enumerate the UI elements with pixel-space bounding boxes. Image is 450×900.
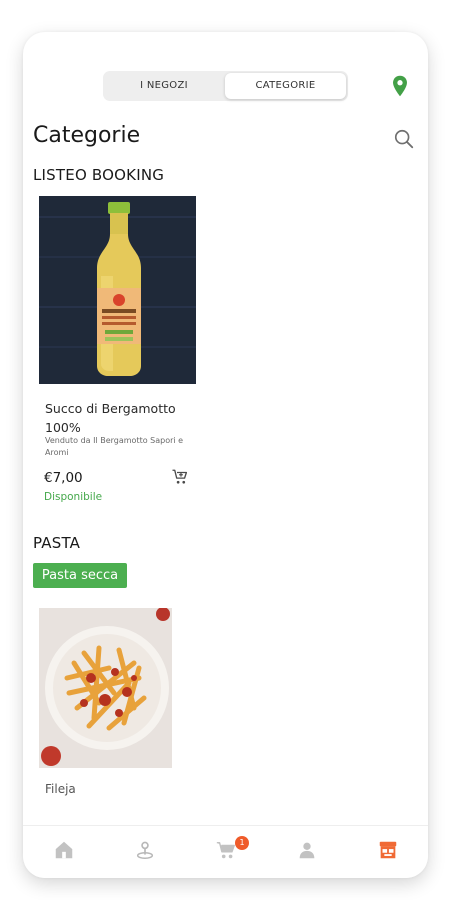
home-icon (55, 841, 73, 859)
product-name[interactable]: Succo di Bergamotto 100% (45, 399, 190, 437)
product-price: €7,00 (44, 470, 83, 486)
subcategory-chip-pasta-secca[interactable]: Pasta secca (33, 563, 127, 588)
bergamot-juice-bottle-image (39, 196, 196, 384)
tab-categorie[interactable]: CATEGORIE (225, 73, 346, 99)
page-title: Categorie (33, 123, 141, 148)
section-title-listeo-booking: LISTEO BOOKING (33, 166, 165, 184)
tab-i-negozi[interactable]: I NEGOZI (105, 73, 223, 99)
map-pin-icon[interactable] (391, 75, 409, 97)
store-icon (379, 841, 397, 859)
product-image-fileja[interactable] (39, 608, 172, 768)
profile-icon (299, 842, 315, 859)
availability-status: Disponibile (44, 491, 103, 503)
nav-home[interactable] (23, 826, 104, 878)
explore-icon (136, 841, 154, 859)
nav-cart[interactable]: 1 (185, 826, 266, 878)
segmented-control: I NEGOZI CATEGORIE (103, 71, 348, 101)
nav-explore[interactable] (104, 826, 185, 878)
add-to-cart-icon[interactable] (171, 468, 189, 486)
cart-badge: 1 (235, 836, 249, 850)
search-icon[interactable] (393, 128, 415, 150)
section-title-pasta: PASTA (33, 534, 81, 552)
bottom-navigation: 1 (23, 825, 428, 878)
product-image-succo-di-bergamotto[interactable] (39, 196, 196, 384)
product-name-fileja[interactable]: Fileja (45, 782, 76, 796)
nav-profile[interactable] (266, 826, 347, 878)
fileja-pasta-dish-image (39, 608, 172, 768)
product-seller: Venduto da Il Bergamotto Sapori e Aromi (45, 436, 184, 457)
nav-stores[interactable] (347, 826, 428, 878)
cart-icon (216, 841, 235, 859)
phone-screen: I NEGOZI CATEGORIE Categorie LISTEO BOOK… (23, 32, 428, 878)
